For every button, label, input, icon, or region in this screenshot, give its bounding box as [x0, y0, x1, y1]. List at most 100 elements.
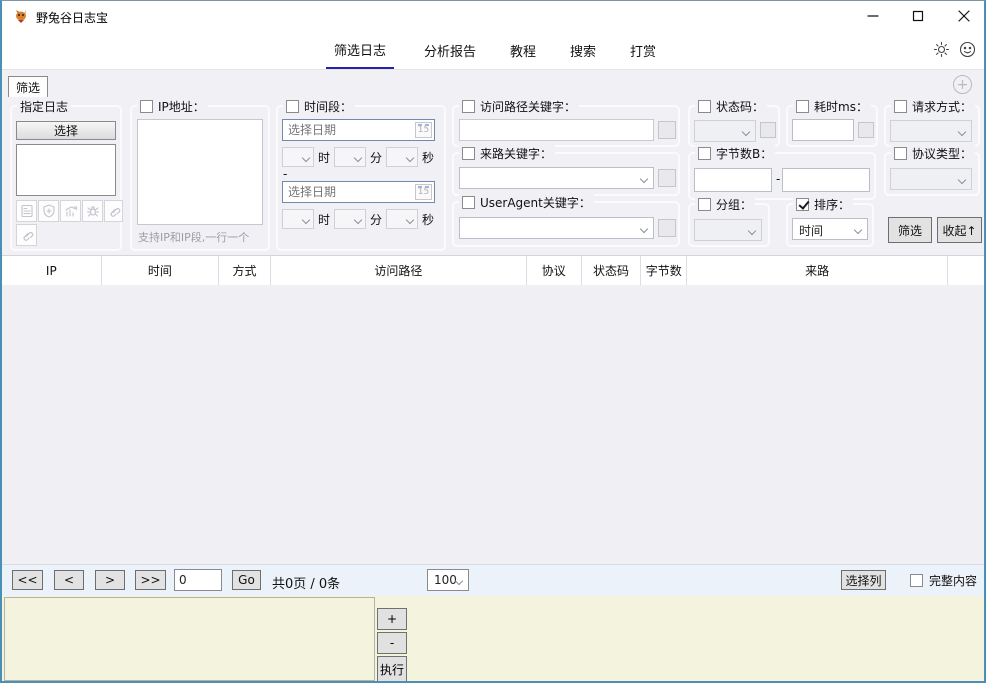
groupby-combo[interactable]: [694, 219, 762, 241]
page-size-combo[interactable]: 100: [427, 569, 469, 591]
calendar-icon[interactable]: 15: [415, 122, 432, 138]
time-range-checkbox[interactable]: [286, 100, 299, 113]
column-header-method[interactable]: 方式: [219, 256, 271, 285]
full-content-checkbox[interactable]: [910, 574, 923, 587]
status-code-options-button[interactable]: [760, 122, 776, 138]
sort-checkbox[interactable]: [796, 198, 809, 211]
date-start-field[interactable]: 15: [282, 119, 435, 141]
bytes-max-input[interactable]: [782, 168, 870, 192]
plus-button[interactable]: +: [377, 608, 407, 630]
elapsed-checkbox[interactable]: [796, 100, 809, 113]
groupby-checkbox[interactable]: [698, 198, 711, 211]
status-code-checkbox[interactable]: [698, 100, 711, 113]
maximize-button[interactable]: [902, 5, 934, 27]
column-header-bytes[interactable]: 字节数: [641, 256, 687, 285]
path-keyword-checkbox[interactable]: [462, 100, 475, 113]
useragent-keyword-checkbox[interactable]: [462, 196, 475, 209]
ip-checkbox[interactable]: [140, 100, 153, 113]
nav-tab-search[interactable]: 搜索: [566, 32, 600, 68]
useragent-keyword-label: UserAgent关键字：: [480, 194, 591, 211]
date-start-input[interactable]: [283, 120, 434, 140]
minus-button[interactable]: -: [377, 632, 407, 654]
start-minute-combo[interactable]: [334, 147, 366, 167]
column-header-ip[interactable]: IP: [2, 256, 102, 285]
useragent-keyword-options-button[interactable]: [658, 219, 676, 237]
close-button[interactable]: [948, 5, 980, 27]
main-nav: 筛选日志 分析报告 教程 搜索 打赏: [2, 31, 984, 69]
group-bytes: 字节数B： -: [688, 152, 876, 200]
spider-icon[interactable]: [82, 200, 103, 222]
hour-label: 时: [318, 211, 330, 228]
bytes-checkbox[interactable]: [698, 147, 711, 160]
protocol-combo[interactable]: [890, 168, 972, 190]
elapsed-input[interactable]: [792, 119, 854, 141]
calendar-icon[interactable]: 15: [415, 184, 432, 200]
nav-tab-tutorial[interactable]: 教程: [506, 32, 540, 68]
smiley-icon[interactable]: [959, 41, 976, 61]
select-columns-button[interactable]: 选择列: [841, 570, 886, 590]
chart-icon[interactable]: [60, 200, 81, 222]
method-combo[interactable]: [890, 120, 972, 142]
collapse-button[interactable]: 收起↑: [937, 217, 982, 243]
column-header-referer[interactable]: 来路: [687, 256, 948, 285]
filter-panel: 指定日志 选择: [2, 97, 984, 255]
nav-tab-analysis-report[interactable]: 分析报告: [420, 32, 480, 68]
choose-log-button[interactable]: 选择: [16, 121, 116, 140]
column-header-time[interactable]: 时间: [102, 256, 220, 285]
column-header-status[interactable]: 状态码: [582, 256, 642, 285]
nav-tab-filter-logs[interactable]: 筛选日志: [326, 31, 394, 70]
bottom-text-area[interactable]: [4, 597, 375, 681]
useragent-keyword-combo[interactable]: [459, 217, 654, 239]
referer-keyword-checkbox[interactable]: [462, 147, 475, 160]
date-end-field[interactable]: 15: [282, 181, 435, 203]
report-icon[interactable]: [16, 200, 37, 222]
start-second-combo[interactable]: [386, 147, 418, 167]
prev-page-button[interactable]: <: [54, 570, 84, 590]
log-list-box[interactable]: [16, 144, 116, 196]
protocol-label: 协议类型：: [912, 145, 972, 162]
last-page-button[interactable]: >>: [135, 570, 166, 590]
add-tab-icon[interactable]: +: [953, 75, 972, 94]
table-header: IP 时间 方式 访问路径 协议 状态码 字节数 来路: [2, 255, 984, 285]
sort-label: 排序：: [814, 196, 850, 213]
elapsed-options-button[interactable]: [858, 122, 874, 138]
end-second-combo[interactable]: [386, 209, 418, 229]
chevron-down-icon: [640, 225, 648, 233]
path-keyword-options-button[interactable]: [658, 121, 676, 139]
minimize-button[interactable]: [857, 5, 889, 27]
first-page-button[interactable]: <<: [12, 570, 43, 590]
group-referer-keyword: 来路关键字：: [452, 152, 680, 196]
link-icon[interactable]: [104, 200, 123, 222]
referer-keyword-options-button[interactable]: [658, 169, 676, 187]
filter-button[interactable]: 筛选: [888, 217, 932, 243]
column-header-protocol[interactable]: 协议: [527, 256, 582, 285]
protocol-checkbox[interactable]: [894, 147, 907, 160]
ip-textarea[interactable]: [137, 119, 263, 225]
status-code-combo[interactable]: [694, 120, 756, 142]
nav-tab-donate[interactable]: 打赏: [626, 32, 660, 68]
date-end-input[interactable]: [283, 182, 434, 202]
chevron-down-icon: [406, 216, 414, 224]
start-hour-combo[interactable]: [282, 147, 314, 167]
shield-plus-icon[interactable]: [38, 200, 59, 222]
path-keyword-input[interactable]: [459, 119, 654, 141]
page-number-input[interactable]: [174, 569, 222, 591]
next-page-button[interactable]: >: [95, 570, 125, 590]
second-label: 秒: [422, 211, 434, 228]
sort-combo[interactable]: 时间: [792, 218, 868, 240]
end-hour-combo[interactable]: [282, 209, 314, 229]
referer-keyword-combo[interactable]: [459, 167, 654, 189]
end-minute-combo[interactable]: [334, 209, 366, 229]
settings-gear-icon[interactable]: [933, 41, 950, 61]
group-log-title: 指定日志: [20, 98, 68, 115]
pagination-bar: << < > >> Go 共0页 / 0条 100 选择列 完整内容: [2, 564, 984, 596]
column-header-path[interactable]: 访问路径: [271, 256, 527, 285]
status-code-label: 状态码：: [716, 98, 764, 115]
go-button[interactable]: Go: [232, 570, 261, 590]
method-checkbox[interactable]: [894, 100, 907, 113]
link-alt-icon[interactable]: [16, 224, 37, 246]
second-label: 秒: [422, 149, 434, 166]
tab-filter[interactable]: 筛选: [8, 76, 48, 98]
bytes-min-input[interactable]: [694, 168, 772, 192]
execute-button[interactable]: 执行: [377, 656, 407, 682]
